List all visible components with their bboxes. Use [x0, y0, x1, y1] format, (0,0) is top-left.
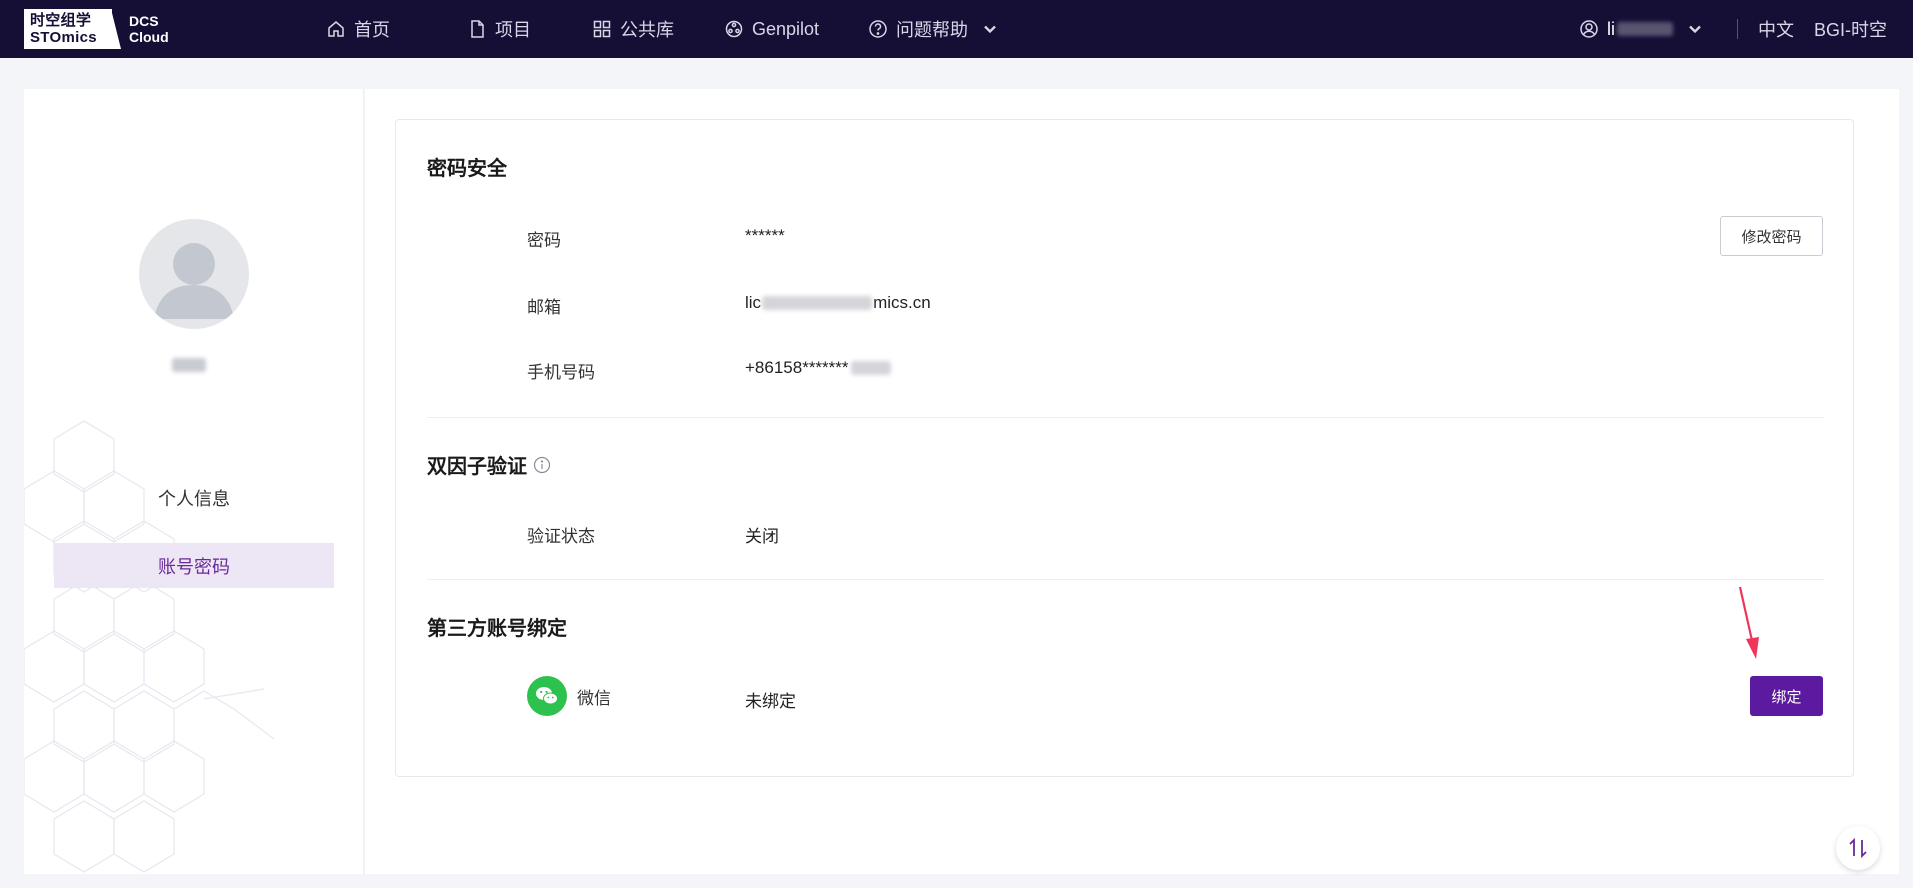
home-icon: [326, 19, 346, 39]
grid-icon: [592, 19, 612, 39]
phone-value: +86158*******: [745, 358, 891, 378]
nav-genpilot[interactable]: Genpilot: [724, 0, 868, 58]
phone-value-text: +86158*******: [745, 358, 849, 377]
document-icon: [467, 19, 487, 39]
annotation-arrow-icon: [1738, 586, 1759, 659]
password-security-title: 密码安全: [427, 158, 507, 180]
email-label: 邮箱: [527, 298, 561, 317]
nav-right: li 中文 BGI-时空: [1579, 0, 1913, 58]
logo[interactable]: 时空组学 STOmics DCS Cloud: [24, 9, 169, 49]
email-value: lic mics.cn: [745, 293, 931, 313]
product-name-line1: DCS: [129, 13, 159, 29]
bind-wechat-button[interactable]: 绑定: [1750, 676, 1823, 716]
verification-status-value: 关闭: [745, 527, 779, 546]
email-redacted: [762, 296, 873, 310]
third-party-title: 第三方账号绑定: [427, 618, 567, 640]
profile-sidebar: 个人信息 账号密码: [24, 89, 364, 874]
nav-home-label: 首页: [354, 20, 390, 40]
profile-name-redacted: [172, 355, 212, 375]
phone-redacted: [850, 361, 891, 375]
nav-help-dropdown[interactable]: 问题帮助: [868, 0, 1000, 58]
help-icon: [868, 19, 888, 39]
main-nav: 首页 项目 公共库 Genpilot 问题帮助: [326, 0, 1000, 58]
avatar[interactable]: [139, 219, 249, 329]
info-icon[interactable]: [533, 456, 551, 474]
menu-personal-info-label: 个人信息: [158, 488, 230, 509]
section-title-two-factor: 双因子验证: [427, 450, 551, 479]
chevron-down-icon: [980, 19, 1000, 39]
email-value-prefix: lic: [745, 293, 762, 312]
verification-status-label: 验证状态: [527, 527, 595, 546]
scroll-arrows-icon: [1849, 837, 1867, 859]
change-password-button[interactable]: 修改密码: [1720, 216, 1823, 256]
user-icon: [1579, 19, 1607, 39]
user-menu[interactable]: li: [1579, 19, 1713, 40]
password-value: ******: [745, 226, 785, 245]
nav-projects[interactable]: 项目: [467, 0, 592, 58]
nav-public-library[interactable]: 公共库: [592, 0, 724, 58]
product-name-line2: Cloud: [129, 29, 169, 45]
wechat-icon: [527, 676, 567, 716]
email-value-suffix: mics.cn: [873, 293, 931, 312]
organization-switch[interactable]: BGI-时空: [1814, 16, 1887, 42]
wechat-label: 微信: [577, 688, 611, 708]
two-factor-title: 双因子验证: [427, 456, 527, 478]
top-navbar: 时空组学 STOmics DCS Cloud 首页 项目 公共库 Genpilo…: [0, 0, 1913, 58]
phone-label: 手机号码: [527, 363, 595, 382]
logo-mark: 时空组学 STOmics: [24, 9, 112, 49]
nav-help-label: 问题帮助: [896, 20, 968, 40]
nav-genpilot-label: Genpilot: [752, 18, 820, 39]
logo-slash: [111, 9, 121, 49]
menu-account-password-label: 账号密码: [158, 556, 230, 577]
section-title-third-party: 第三方账号绑定: [427, 612, 567, 641]
menu-account-password[interactable]: 账号密码: [54, 543, 334, 588]
section-divider: [427, 579, 1824, 580]
nav-public-library-label: 公共库: [620, 20, 674, 40]
logo-text-en: STOmics: [30, 29, 97, 46]
menu-personal-info[interactable]: 个人信息: [54, 475, 334, 520]
password-label: 密码: [527, 231, 561, 250]
default-avatar-icon: [154, 243, 234, 319]
account-security-card: 密码安全 密码 ****** 修改密码 邮箱 lic mics.cn 手机号码 …: [395, 119, 1854, 777]
nav-divider: [1736, 19, 1738, 39]
username-visible: li: [1606, 18, 1615, 39]
product-name: DCS Cloud: [129, 13, 169, 45]
section-divider: [427, 417, 1824, 418]
wechat-account: 微信: [527, 676, 611, 716]
section-title-password-security: 密码安全: [427, 152, 507, 181]
genpilot-icon: [724, 19, 744, 39]
logo-text-cn: 时空组学: [30, 12, 92, 29]
username-redacted: [1616, 22, 1673, 36]
language-switch[interactable]: 中文: [1758, 16, 1794, 42]
nav-projects-label: 项目: [495, 20, 531, 40]
chevron-down-icon: [1685, 19, 1713, 39]
nav-home[interactable]: 首页: [326, 0, 467, 58]
wechat-bind-status: 未绑定: [745, 692, 796, 711]
scroll-toggle-button[interactable]: [1836, 826, 1880, 870]
